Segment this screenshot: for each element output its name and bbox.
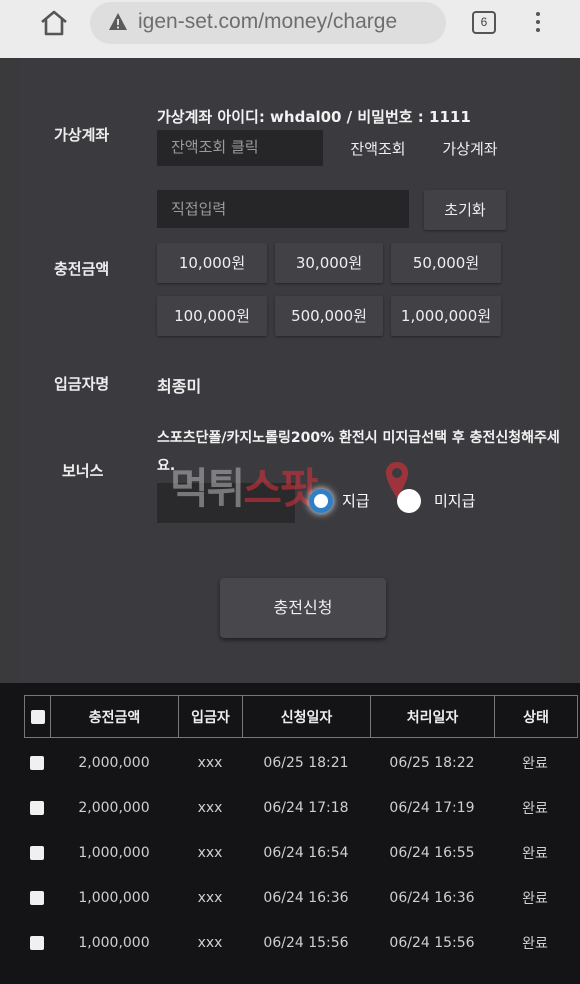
cell-requested: 06/25 18:21 bbox=[263, 754, 349, 771]
table-row: 1,000,000 xxx 06/24 16:36 06/24 16:36 완료 bbox=[24, 875, 578, 920]
bonus-nopay-radio[interactable] bbox=[397, 489, 421, 513]
amount-50000-button[interactable]: 50,000원 bbox=[391, 243, 501, 283]
tabs-icon[interactable]: 6 bbox=[472, 11, 496, 34]
depositor-name: 최종미 bbox=[157, 377, 202, 396]
bonus-nopay-label: 미지급 bbox=[434, 492, 476, 510]
cell-processed: 06/24 17:19 bbox=[389, 799, 475, 816]
cell-amount: 1,000,000 bbox=[78, 889, 150, 906]
amount-500000-button[interactable]: 500,000원 bbox=[275, 296, 383, 336]
header-processed: 처리일자 bbox=[371, 696, 495, 737]
cell-depositor: xxx bbox=[197, 754, 223, 771]
cell-depositor: xxx bbox=[197, 889, 223, 906]
header-depositor: 입금자 bbox=[179, 696, 243, 737]
bonus-label: 보너스 bbox=[62, 462, 104, 480]
watermark: 먹튀스팟 bbox=[170, 455, 319, 516]
cell-status: 완료 bbox=[522, 755, 548, 772]
amount-input[interactable]: 직접입력 bbox=[157, 190, 409, 228]
depositor-label: 입금자명 bbox=[54, 375, 110, 393]
cell-depositor: xxx bbox=[197, 799, 223, 816]
warning-icon[interactable] bbox=[108, 12, 128, 32]
cell-requested: 06/24 16:36 bbox=[263, 889, 349, 906]
table-row: 1,000,000 xxx 06/24 15:56 06/24 15:56 완료 bbox=[24, 920, 578, 965]
header-checkbox-cell bbox=[25, 696, 51, 737]
table-row: 2,000,000 xxx 06/25 18:21 06/25 18:22 완료 bbox=[24, 740, 578, 785]
header-amount: 충전금액 bbox=[51, 696, 179, 737]
row-checkbox[interactable] bbox=[30, 755, 44, 770]
row-checkbox[interactable] bbox=[30, 845, 44, 860]
cell-processed: 06/24 16:55 bbox=[389, 844, 475, 861]
watermark-part1: 먹튀 bbox=[170, 464, 245, 513]
cell-status: 완료 bbox=[522, 935, 548, 952]
watermark-part2: 스팟 bbox=[243, 464, 318, 513]
header-requested: 신청일자 bbox=[243, 696, 371, 737]
row-checkbox[interactable] bbox=[30, 800, 44, 815]
cell-amount: 1,000,000 bbox=[78, 844, 150, 861]
cell-depositor: xxx bbox=[197, 934, 223, 951]
home-icon[interactable] bbox=[38, 8, 70, 38]
row-checkbox[interactable] bbox=[30, 890, 44, 905]
balance-field[interactable]: 잔액조회 클릭 bbox=[157, 130, 323, 166]
cell-requested: 06/24 17:18 bbox=[263, 799, 349, 816]
row-checkbox[interactable] bbox=[30, 935, 44, 950]
amount-label: 충전금액 bbox=[54, 260, 110, 278]
virtual-account-label: 가상계좌 bbox=[54, 126, 110, 144]
amount-30000-button[interactable]: 30,000원 bbox=[275, 243, 383, 283]
table-row: 1,000,000 xxx 06/24 16:54 06/24 16:55 완료 bbox=[24, 830, 578, 875]
cell-amount: 1,000,000 bbox=[78, 934, 150, 951]
amount-10000-button[interactable]: 10,000원 bbox=[157, 243, 267, 283]
cell-status: 완료 bbox=[522, 890, 548, 907]
charge-history-table: 충전금액 입금자 신청일자 처리일자 상태 2,000,000 xxx 06/2… bbox=[0, 683, 580, 984]
cell-processed: 06/24 15:56 bbox=[389, 934, 475, 951]
url-text: igen-set.com/money/charge bbox=[138, 10, 398, 33]
amount-100000-button[interactable]: 100,000원 bbox=[157, 296, 267, 336]
virtual-account-button[interactable]: 가상계좌 bbox=[432, 134, 508, 164]
browser-toolbar: igen-set.com/money/charge 6 bbox=[0, 0, 580, 58]
amount-1000000-button[interactable]: 1,000,000원 bbox=[391, 296, 501, 336]
cell-processed: 06/24 16:36 bbox=[389, 889, 475, 906]
bonus-pay-label: 지급 bbox=[342, 492, 370, 510]
bonus-pay-radio[interactable] bbox=[309, 489, 333, 513]
select-all-checkbox[interactable] bbox=[30, 709, 45, 724]
cell-status: 완료 bbox=[522, 845, 548, 862]
cell-requested: 06/24 16:54 bbox=[263, 844, 349, 861]
menu-icon[interactable] bbox=[534, 12, 542, 36]
cell-amount: 2,000,000 bbox=[78, 799, 150, 816]
table-header: 충전금액 입금자 신청일자 처리일자 상태 bbox=[24, 695, 578, 738]
table-row: 2,000,000 xxx 06/24 17:18 06/24 17:19 완료 bbox=[24, 785, 578, 830]
cell-depositor: xxx bbox=[197, 844, 223, 861]
cell-amount: 2,000,000 bbox=[78, 754, 150, 771]
cell-status: 완료 bbox=[522, 800, 548, 817]
address-bar[interactable]: igen-set.com/money/charge bbox=[90, 2, 446, 44]
virtual-account-info: 가상계좌 아이디: whdal00 / 비밀번호 : 1111 bbox=[157, 108, 471, 126]
cell-processed: 06/25 18:22 bbox=[389, 754, 475, 771]
reset-button[interactable]: 초기화 bbox=[424, 190, 506, 230]
balance-check-button[interactable]: 잔액조회 bbox=[340, 134, 416, 164]
header-status: 상태 bbox=[523, 709, 549, 726]
cell-requested: 06/24 15:56 bbox=[263, 934, 349, 951]
submit-charge-button[interactable]: 충전신청 bbox=[220, 578, 386, 638]
